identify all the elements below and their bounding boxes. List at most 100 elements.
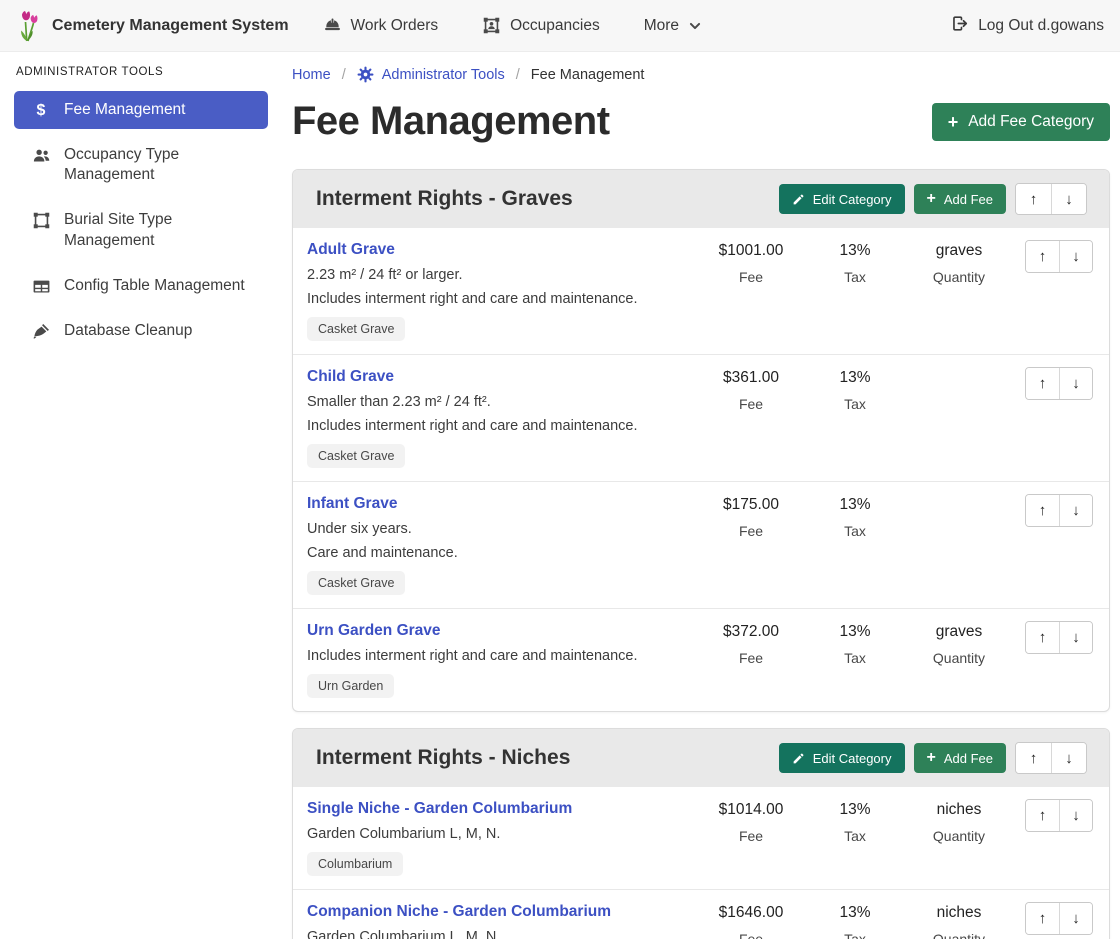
move-fee-down-button[interactable]: ↓: [1059, 622, 1092, 653]
arrow-down-icon: ↓: [1065, 750, 1073, 767]
nav-occupancies[interactable]: Occupancies: [482, 16, 600, 35]
fee-amount: $1014.00: [699, 801, 803, 819]
fee-row-urn-garden-grave: Urn Garden Grave Includes interment right…: [293, 608, 1109, 711]
occupant-frame-icon: [482, 16, 501, 35]
fee-label: Fee: [699, 828, 803, 844]
sidebar-item-fee-management[interactable]: $Fee Management: [14, 91, 268, 129]
fee-description: Under six years.: [307, 521, 412, 537]
fee-description: Includes interment right and care and ma…: [307, 418, 637, 434]
fee-name-link[interactable]: Child Grave: [307, 368, 394, 386]
fee-description: Garden Columbarium L, M, N,: [307, 929, 500, 939]
category-title: Interment Rights - Graves: [316, 187, 573, 211]
edit-category-button[interactable]: Edit Category: [779, 743, 905, 773]
category-header: Interment Rights - Niches Edit Category +A…: [293, 729, 1109, 787]
pencil-icon: [792, 752, 805, 765]
move-category-down-button[interactable]: ↓: [1051, 743, 1086, 773]
move-fee-down-button[interactable]: ↓: [1059, 368, 1092, 399]
nav-work-orders[interactable]: Work Orders: [323, 16, 439, 35]
move-category-up-button[interactable]: ↑: [1016, 743, 1051, 773]
move-fee-down-button[interactable]: ↓: [1059, 495, 1092, 526]
breadcrumb-administrator-tools[interactable]: Administrator Tools: [357, 66, 505, 83]
arrow-down-icon: ↓: [1072, 910, 1080, 927]
fee-description: Smaller than 2.23 m² / 24 ft².: [307, 394, 491, 410]
move-fee-down-button[interactable]: ↓: [1059, 903, 1092, 934]
category-header: Interment Rights - Graves Edit Category +A…: [293, 170, 1109, 228]
quantity-column: gravesQuantity: [907, 240, 1011, 285]
move-category-up-button[interactable]: ↑: [1016, 184, 1051, 214]
fee-name-link[interactable]: Adult Grave: [307, 241, 395, 259]
nav-more[interactable]: More: [644, 17, 702, 35]
sidebar-item-label: Occupancy Type Management: [64, 145, 256, 185]
move-fee-down-button[interactable]: ↓: [1059, 800, 1092, 831]
fee-row-single-niche-garden-columbarium: Single Niche - Garden ColumbariumGarden …: [293, 787, 1109, 889]
sidebar-item-database-cleanup[interactable]: Database Cleanup: [14, 312, 268, 350]
move-fee-up-button[interactable]: ↑: [1026, 903, 1059, 934]
fee-name-link[interactable]: Urn Garden Grave: [307, 622, 441, 640]
sidebar-item-label: Burial Site Type Management: [64, 210, 256, 250]
plus-icon: +: [927, 750, 936, 766]
fee-name-link[interactable]: Companion Niche - Garden Columbarium: [307, 903, 611, 921]
fee-row-infant-grave: Infant Grave Under six years. Care and mai…: [293, 481, 1109, 608]
quantity-column: gravesQuantity: [907, 621, 1011, 666]
edit-category-button[interactable]: Edit Category: [779, 184, 905, 214]
fee-description: 2.23 m² / 24 ft² or larger.: [307, 267, 463, 283]
fee-description: Includes interment right and care and ma…: [307, 648, 637, 664]
fee-amount-column: $175.00Fee: [699, 494, 803, 539]
arrow-down-icon: ↓: [1065, 191, 1073, 208]
tax-label: Tax: [803, 269, 907, 285]
fee-type-badge: Urn Garden: [307, 674, 394, 698]
fee-name-link[interactable]: Single Niche - Garden Columbarium: [307, 800, 572, 818]
tax-label: Tax: [803, 650, 907, 666]
arrow-up-icon: ↑: [1030, 191, 1038, 208]
logout-icon: [950, 14, 969, 38]
add-fee-button[interactable]: +Add Fee: [914, 184, 1007, 214]
add-fee-category-button[interactable]: + Add Fee Category: [932, 103, 1110, 141]
tax-rate: 13%: [803, 369, 907, 387]
tax-label: Tax: [803, 828, 907, 844]
quantity-unit: niches: [907, 904, 1011, 922]
quantity-unit: graves: [907, 242, 1011, 260]
category-reorder-group: ↑↓: [1015, 742, 1087, 774]
sidebar-item-burial-site-type-management[interactable]: Burial Site Type Management: [14, 201, 268, 259]
fee-reorder-group: ↑↓: [1025, 240, 1093, 273]
fee-amount-column: $1646.00Fee: [699, 902, 803, 939]
breadcrumb-home[interactable]: Home: [292, 67, 331, 83]
tax-rate: 13%: [803, 904, 907, 922]
breadcrumb-separator: /: [516, 67, 520, 83]
sidebar-item-occupancy-type-management[interactable]: Occupancy Type Management: [14, 136, 268, 194]
fee-description: Includes interment right and care and ma…: [307, 291, 637, 307]
fee-category-card-interment-rights-graves: Interment Rights - Graves Edit Category +A…: [292, 169, 1110, 712]
fee-amount: $361.00: [699, 369, 803, 387]
arrow-up-icon: ↑: [1039, 910, 1047, 927]
tax-label: Tax: [803, 396, 907, 412]
sidebar-item-label: Database Cleanup: [64, 321, 192, 341]
broom-icon: [31, 322, 51, 341]
move-category-down-button[interactable]: ↓: [1051, 184, 1086, 214]
move-fee-up-button[interactable]: ↑: [1026, 495, 1059, 526]
frame-corners-icon: [31, 211, 51, 230]
sidebar-item-config-table-management[interactable]: Config Table Management: [14, 267, 268, 305]
fee-amount-column: $361.00 Fee: [699, 367, 803, 412]
breadcrumb: Home/Administrator Tools/Fee Management: [292, 66, 1110, 83]
category-title: Interment Rights - Niches: [316, 746, 570, 770]
nav-more-label: More: [644, 17, 679, 35]
move-fee-up-button[interactable]: ↑: [1026, 241, 1059, 272]
tax-column: 13% Tax: [803, 240, 907, 285]
fee-category-card-interment-rights-niches: Interment Rights - Niches Edit Category +A…: [292, 728, 1110, 939]
fee-amount-column: $372.00Fee: [699, 621, 803, 666]
app-title: Cemetery Management System: [52, 17, 289, 35]
fee-description: Care and maintenance.: [307, 545, 458, 561]
move-fee-down-button[interactable]: ↓: [1059, 241, 1092, 272]
move-fee-up-button[interactable]: ↑: [1026, 800, 1059, 831]
tax-rate: 13%: [803, 242, 907, 260]
arrow-up-icon: ↑: [1039, 807, 1047, 824]
arrow-down-icon: ↓: [1072, 502, 1080, 519]
fee-name-link[interactable]: Infant Grave: [307, 495, 397, 513]
logout-button[interactable]: Log Out d.gowans: [950, 14, 1104, 38]
fee-label: Fee: [699, 396, 803, 412]
tax-column: 13%Tax: [803, 621, 907, 666]
move-fee-up-button[interactable]: ↑: [1026, 622, 1059, 653]
fee-label: Fee: [699, 523, 803, 539]
add-fee-button[interactable]: +Add Fee: [914, 743, 1007, 773]
move-fee-up-button[interactable]: ↑: [1026, 368, 1059, 399]
